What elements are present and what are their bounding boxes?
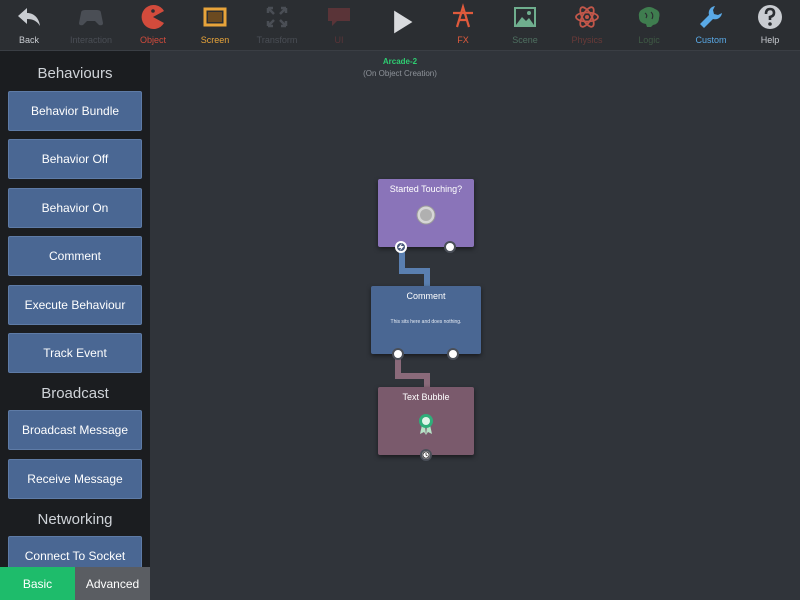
question-circle-icon [758, 5, 782, 29]
toolbar-custom-button[interactable]: Custom [683, 0, 739, 50]
behaviour-sidebar[interactable]: Behaviours Behavior Bundle Behavior Off … [0, 51, 150, 600]
tab-basic[interactable]: Basic [0, 567, 75, 600]
toolbar-fx-button[interactable]: FX [435, 0, 491, 50]
touch-button-icon [416, 205, 436, 225]
lightning-icon [398, 243, 404, 251]
input-port[interactable] [392, 348, 404, 360]
screen-frame-icon [203, 7, 227, 27]
toolbar-ui-label: UI [334, 35, 344, 45]
toolbar-physics-label: Physics [571, 35, 603, 45]
behavior-off-button[interactable]: Behavior Off [8, 139, 142, 179]
toolbar-scene-button[interactable]: Scene [497, 0, 553, 50]
logic-canvas[interactable]: Arcade-2 (On Object Creation) Started To… [150, 51, 800, 600]
landscape-image-icon [514, 7, 536, 27]
toolbar-back-button[interactable]: Back [1, 0, 57, 50]
toolbar-logic-button[interactable]: Logic [621, 0, 677, 50]
pacman-icon [141, 4, 164, 29]
section-title-networking: Networking [37, 511, 113, 528]
behavior-on-button[interactable]: Behavior On [8, 188, 142, 228]
output-port[interactable] [444, 241, 456, 253]
award-ribbon-icon [419, 414, 433, 435]
toolbar-custom-label: Custom [695, 35, 727, 45]
timer-port[interactable] [420, 449, 432, 461]
transform-arrows-icon [266, 6, 288, 28]
toolbar-screen-button[interactable]: Screen [187, 0, 243, 50]
play-button[interactable] [373, 0, 429, 50]
node-title: Started Touching? [389, 184, 463, 194]
execute-behaviour-button[interactable]: Execute Behaviour [8, 285, 142, 325]
gamepad-icon [79, 10, 103, 26]
fx-icon [453, 3, 473, 28]
behavior-bundle-button[interactable]: Behavior Bundle [8, 91, 142, 131]
clock-icon [422, 451, 430, 459]
speech-bubble-icon [328, 8, 350, 26]
sidebar-tab-bar: Basic Advanced [0, 567, 150, 600]
toolbar-interaction-label: Interaction [69, 35, 113, 45]
node-title: Comment [406, 291, 446, 301]
node-comment[interactable]: Comment This sits here and does nothing. [371, 286, 481, 354]
comment-body: This sits here and does nothing. [390, 319, 462, 325]
atom-icon [575, 6, 599, 28]
toolbar-help-button[interactable]: Help [742, 0, 798, 50]
toolbar-screen-label: Screen [200, 35, 230, 45]
connector-line [399, 249, 430, 289]
toolbar-ui-button[interactable]: UI [311, 0, 367, 50]
node-title: Text Bubble [402, 392, 450, 402]
toolbar-transform-button[interactable]: Transform [249, 0, 305, 50]
section-title-broadcast: Broadcast [41, 385, 109, 402]
tab-advanced[interactable]: Advanced [75, 567, 150, 600]
receive-message-button[interactable]: Receive Message [8, 459, 142, 499]
toolbar-physics-button[interactable]: Physics [559, 0, 615, 50]
section-title-behaviours: Behaviours [37, 65, 113, 82]
trigger-port[interactable] [395, 241, 407, 253]
toolbar-back-label: Back [18, 35, 39, 45]
play-icon [394, 10, 413, 34]
back-arrow-icon [18, 8, 40, 26]
track-event-button[interactable]: Track Event [8, 333, 142, 373]
toolbar-scene-label: Scene [512, 35, 538, 45]
output-port[interactable] [447, 348, 459, 360]
node-text-bubble[interactable]: Text Bubble [378, 387, 474, 455]
wrench-icon [700, 6, 722, 28]
node-started-touching[interactable]: Started Touching? [378, 179, 474, 247]
toolbar-transform-label: Transform [256, 35, 298, 45]
broadcast-message-button[interactable]: Broadcast Message [8, 410, 142, 450]
toolbar-object-button[interactable]: Object [125, 0, 181, 50]
comment-button[interactable]: Comment [8, 236, 142, 276]
toolbar-object-label: Object [139, 35, 166, 45]
connector-line [395, 357, 430, 389]
toolbar-interaction-button[interactable]: Interaction [63, 0, 119, 50]
top-toolbar: Back Interaction Object Screen Transform… [0, 0, 800, 51]
brain-icon [638, 7, 660, 27]
toolbar-help-label: Help [760, 35, 780, 45]
toolbar-logic-label: Logic [638, 35, 660, 45]
toolbar-fx-label: FX [457, 35, 469, 45]
